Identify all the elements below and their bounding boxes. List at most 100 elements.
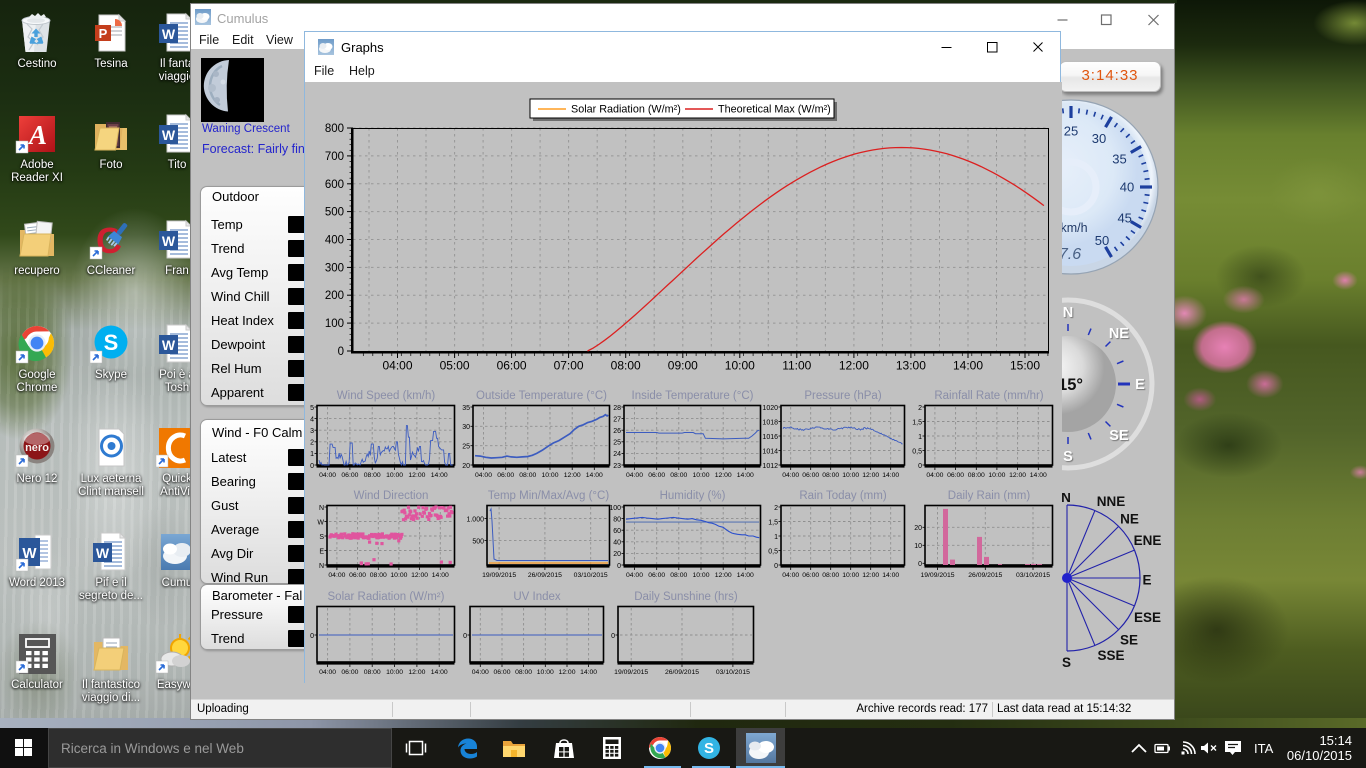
svg-text:Wind Direction: Wind Direction — [354, 490, 429, 502]
svg-text:UV Index: UV Index — [513, 591, 561, 603]
svg-text:04:00: 04:00 — [382, 359, 412, 373]
svg-text:W: W — [162, 233, 176, 249]
svg-text:08:00: 08:00 — [670, 472, 687, 479]
svg-text:nero: nero — [25, 442, 49, 454]
svg-text:0: 0 — [918, 561, 922, 568]
svg-text:Solar Radiation (W/m²): Solar Radiation (W/m²) — [571, 104, 681, 116]
svg-text:26/09/2015: 26/09/2015 — [665, 669, 699, 676]
svg-text:0: 0 — [918, 463, 922, 470]
svg-text:1014: 1014 — [762, 448, 778, 455]
svg-text:Wind Speed (km/h): Wind Speed (km/h) — [337, 390, 436, 402]
svg-text:14:00: 14:00 — [882, 572, 899, 579]
svg-text:14:00: 14:00 — [882, 472, 899, 479]
svg-text:12:00: 12:00 — [1009, 472, 1026, 479]
svg-text:04:00: 04:00 — [475, 472, 492, 479]
svg-text:25: 25 — [613, 440, 621, 447]
svg-text:28: 28 — [613, 405, 621, 412]
svg-text:13:00: 13:00 — [896, 359, 926, 373]
svg-text:12:00: 12:00 — [715, 572, 732, 579]
svg-text:Rain Today (mm): Rain Today (mm) — [799, 490, 887, 502]
svg-text:19/09/2015: 19/09/2015 — [920, 572, 954, 579]
svg-text:N: N — [319, 563, 324, 570]
svg-text:W: W — [162, 127, 176, 143]
svg-text:06:00: 06:00 — [341, 669, 358, 676]
svg-text:14:00: 14:00 — [953, 359, 983, 373]
svg-text:20: 20 — [914, 525, 922, 532]
svg-text:0,5: 0,5 — [912, 448, 922, 455]
svg-text:12:00: 12:00 — [408, 669, 425, 676]
svg-text:10:00: 10:00 — [842, 572, 859, 579]
svg-text:E: E — [1142, 573, 1151, 588]
svg-text:04:00: 04:00 — [626, 572, 643, 579]
svg-text:E: E — [1135, 377, 1145, 393]
svg-text:0: 0 — [611, 633, 615, 640]
svg-text:20: 20 — [462, 463, 470, 470]
svg-text:5: 5 — [310, 405, 314, 412]
svg-text:08:00: 08:00 — [822, 572, 839, 579]
svg-text:03/10/2015: 03/10/2015 — [716, 669, 750, 676]
svg-text:S: S — [104, 330, 119, 355]
svg-text:06:00: 06:00 — [497, 359, 527, 373]
svg-text:26: 26 — [613, 428, 621, 435]
svg-text:25: 25 — [462, 444, 470, 451]
svg-text:08:00: 08:00 — [515, 669, 532, 676]
svg-text:15:00: 15:00 — [1010, 359, 1040, 373]
svg-text:Rainfall Rate (mm/hr): Rainfall Rate (mm/hr) — [934, 390, 1043, 402]
svg-text:km/h: km/h — [1060, 221, 1087, 235]
svg-text:0,5: 0,5 — [768, 548, 778, 555]
svg-text:45: 45 — [1117, 211, 1131, 226]
svg-text:500: 500 — [472, 538, 484, 545]
svg-text:10: 10 — [914, 543, 922, 550]
svg-text:4: 4 — [310, 416, 314, 423]
svg-text:1,5: 1,5 — [912, 419, 922, 426]
svg-text:SE: SE — [1120, 633, 1138, 648]
svg-text:25: 25 — [1064, 124, 1078, 139]
svg-text:0: 0 — [310, 633, 314, 640]
svg-text:12:00: 12:00 — [564, 472, 581, 479]
svg-text:06:00: 06:00 — [349, 572, 366, 579]
svg-text:19/09/2015: 19/09/2015 — [614, 669, 648, 676]
svg-text:08:00: 08:00 — [822, 472, 839, 479]
svg-text:20: 20 — [613, 551, 621, 558]
svg-text:12:00: 12:00 — [715, 472, 732, 479]
svg-text:10:00: 10:00 — [390, 572, 407, 579]
svg-text:Temp Min/Max/Avg (°C): Temp Min/Max/Avg (°C) — [488, 490, 609, 502]
svg-text:10:00: 10:00 — [537, 669, 554, 676]
svg-text:12:00: 12:00 — [862, 572, 879, 579]
svg-text:04:00: 04:00 — [328, 572, 345, 579]
svg-text:N: N — [319, 505, 324, 512]
svg-text:30: 30 — [1092, 131, 1106, 146]
svg-text:10:00: 10:00 — [386, 669, 403, 676]
svg-text:35: 35 — [1112, 152, 1126, 167]
svg-text:08:00: 08:00 — [968, 472, 985, 479]
svg-text:06:00: 06:00 — [648, 472, 665, 479]
svg-text:04:00: 04:00 — [472, 669, 489, 676]
svg-text:1.000: 1.000 — [466, 516, 484, 523]
svg-text:14:00: 14:00 — [431, 472, 448, 479]
svg-text:3: 3 — [310, 428, 314, 435]
svg-text:14:00: 14:00 — [431, 669, 448, 676]
svg-text:04:00: 04:00 — [782, 572, 799, 579]
svg-text:12:00: 12:00 — [411, 572, 428, 579]
svg-text:12:00: 12:00 — [408, 472, 425, 479]
svg-text:26/09/2015: 26/09/2015 — [968, 572, 1002, 579]
svg-text:S: S — [1063, 449, 1073, 465]
svg-text:08:00: 08:00 — [519, 472, 536, 479]
svg-text:35: 35 — [462, 405, 470, 412]
svg-text:12:00: 12:00 — [558, 669, 575, 676]
svg-text:06:00: 06:00 — [802, 472, 819, 479]
svg-text:0: 0 — [774, 563, 778, 570]
svg-text:60: 60 — [613, 528, 621, 535]
svg-text:0: 0 — [338, 346, 344, 358]
svg-text:14:00: 14:00 — [580, 669, 597, 676]
svg-text:P: P — [99, 26, 108, 41]
svg-text:50: 50 — [1095, 233, 1109, 248]
svg-text:E: E — [319, 548, 324, 555]
svg-text:0: 0 — [310, 463, 314, 470]
svg-text:N: N — [1063, 305, 1073, 321]
svg-text:10:00: 10:00 — [842, 472, 859, 479]
svg-text:1012: 1012 — [762, 463, 778, 470]
svg-text:NE: NE — [1109, 326, 1129, 342]
svg-text:06:00: 06:00 — [947, 472, 964, 479]
svg-text:08:00: 08:00 — [364, 669, 381, 676]
